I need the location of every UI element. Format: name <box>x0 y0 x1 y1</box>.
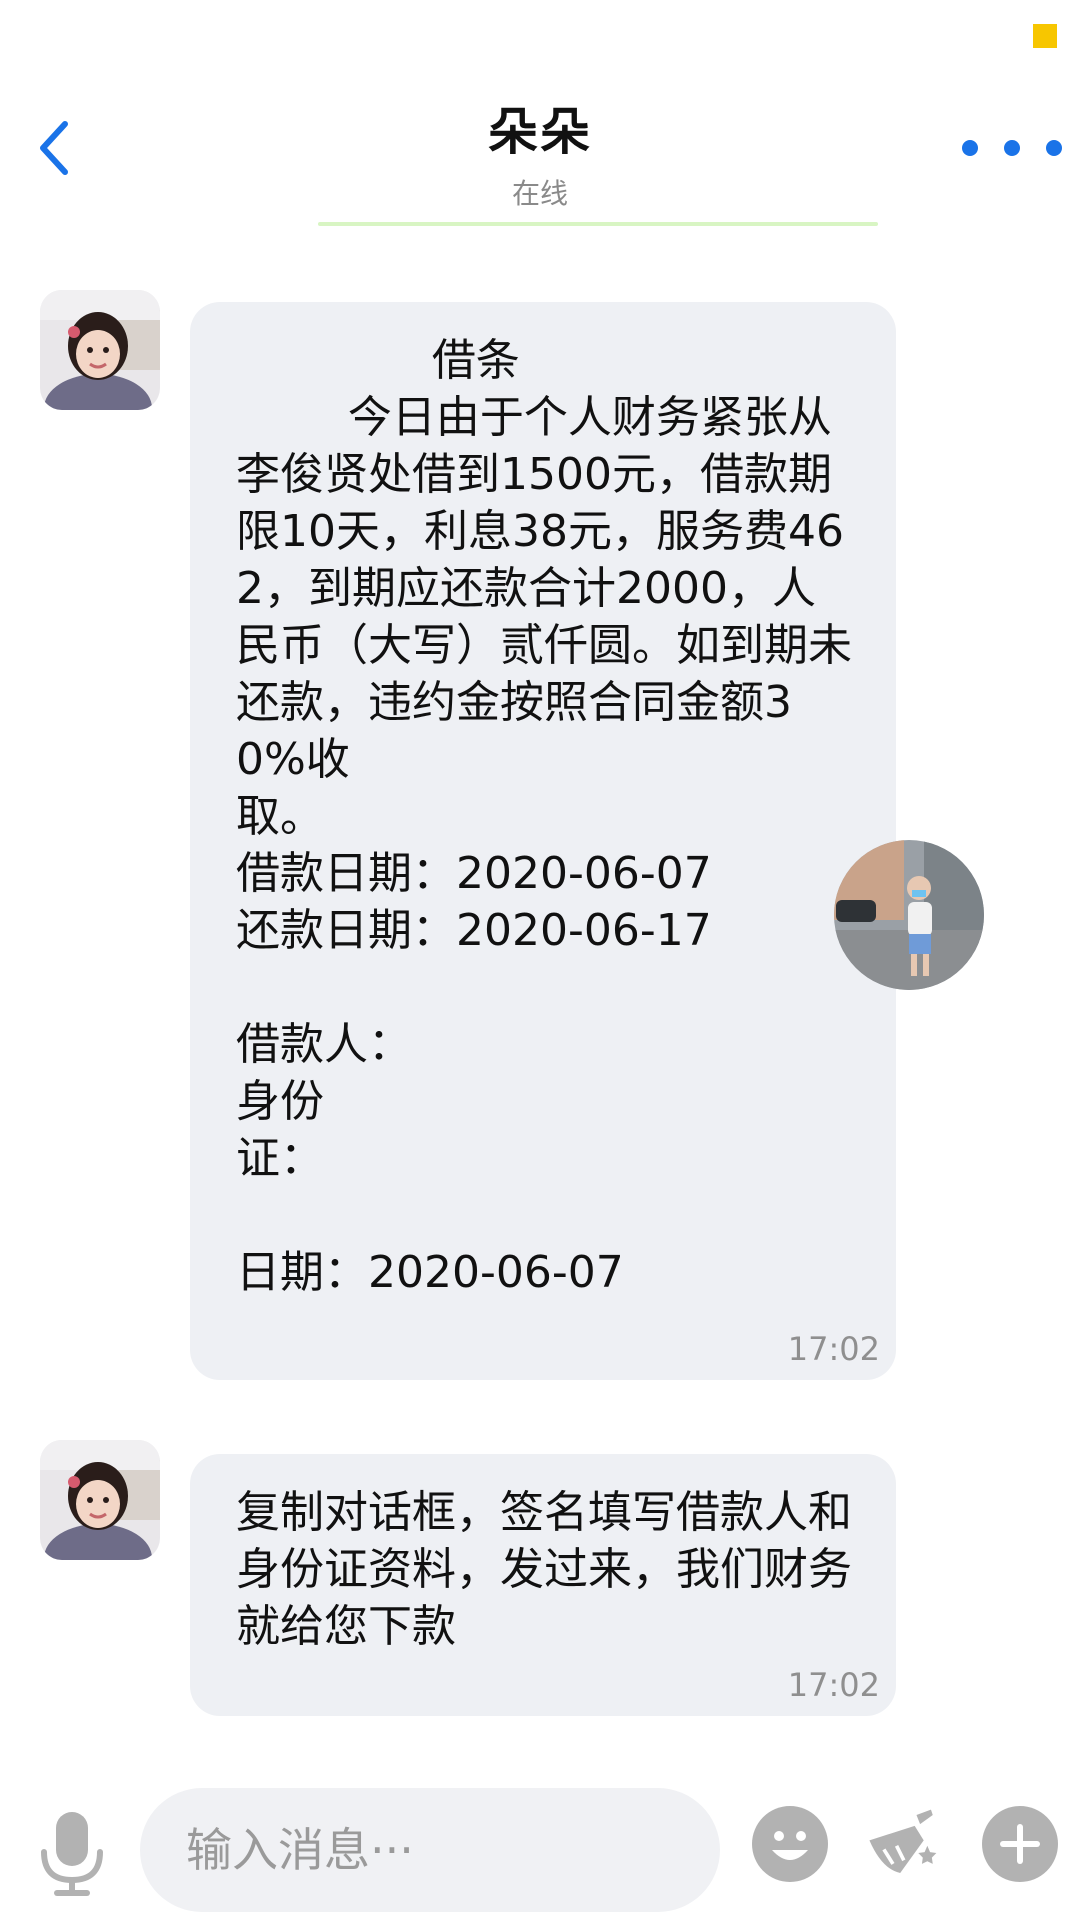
message-text: 复制对话框，签名填写借款人和身份证资料，发过来，我们财务就给您下款 <box>236 1487 852 1652</box>
add-button[interactable] <box>982 1806 1058 1882</box>
girl-avatar-image <box>40 290 160 410</box>
floating-avatar[interactable] <box>834 840 984 990</box>
contact-avatar[interactable] <box>40 1440 160 1560</box>
child-photo-image <box>834 840 984 990</box>
contact-avatar[interactable] <box>40 290 160 410</box>
message-time: 17:02 <box>787 1666 880 1704</box>
microphone-icon <box>41 1812 103 1896</box>
more-dots-icon <box>962 140 978 156</box>
clean-button[interactable] <box>864 1806 940 1882</box>
chat-screen: 朵朵 在线 借条 今日由于个人财务紧张从李俊贤处借到1500元，借款期限10天，… <box>0 0 1080 1920</box>
more-options-button[interactable] <box>962 130 1062 166</box>
header-divider <box>318 222 878 226</box>
input-bar <box>0 1770 1080 1920</box>
girl-avatar-image <box>40 1440 160 1560</box>
message-input[interactable] <box>186 1788 686 1912</box>
message-bubble[interactable]: 复制对话框，签名填写借款人和身份证资料，发过来，我们财务就给您下款 17:02 <box>190 1454 896 1716</box>
chat-header: 朵朵 在线 <box>0 0 1080 230</box>
broom-icon <box>869 1809 937 1873</box>
emoji-button[interactable] <box>752 1806 828 1882</box>
more-dot <box>1046 140 1062 156</box>
contact-name: 朵朵 <box>488 103 592 161</box>
message-bubble[interactable]: 借条 今日由于个人财务紧张从李俊贤处借到1500元，借款期限10天，利息38元，… <box>190 302 896 1380</box>
message-input-box[interactable] <box>140 1788 720 1912</box>
voice-button[interactable] <box>36 1810 108 1900</box>
online-status: 在线 <box>511 177 568 210</box>
message-text: 借条 今日由于个人财务紧张从李俊贤处借到1500元，借款期限10天，利息38元，… <box>236 335 852 1298</box>
message-time: 17:02 <box>787 1330 880 1368</box>
plus-icon <box>1000 1824 1040 1864</box>
emoji-icon <box>772 1831 808 1860</box>
more-dot <box>1004 140 1020 156</box>
